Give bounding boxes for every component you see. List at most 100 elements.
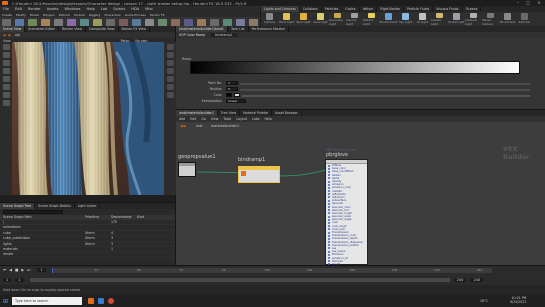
input-port-icon[interactable] [328,180,330,183]
input-port-icon[interactable] [328,237,330,240]
browser-taskbar-icon[interactable] [108,298,115,304]
portal-light-tool[interactable]: Portal Light [448,12,465,26]
vr-camera-tool[interactable]: VR Camera [499,12,516,26]
point-light-tool[interactable]: Point Light [278,12,295,26]
jump-end-icon[interactable]: ⏭ [27,268,30,272]
input-port-icon[interactable] [328,231,330,234]
shelf-tab-characters[interactable]: Characters [102,13,122,17]
pbrglove-node[interactable]: Diffuse base_color base_colorEffect albedo a… [325,159,368,272]
position-slider[interactable] [240,88,530,91]
node-name-field[interactable]: bindramp1 [211,33,237,37]
tab-parameters[interactable]: /mat/materialbuilder1/bind1 [176,26,228,32]
input-port-icon[interactable] [328,164,330,167]
end-field[interactable]: 240 [453,277,467,282]
position-field[interactable]: 0 [226,87,238,91]
menu-edit[interactable]: Edit [15,7,22,11]
start-field[interactable]: 1 [15,277,24,282]
shelf-tab-terrain-fx[interactable]: Terrain FX [148,13,167,17]
playhead[interactable] [51,267,53,273]
pose-tool-icon[interactable] [2,84,10,90]
menu-hda[interactable]: HDA [131,7,139,11]
input-port-icon[interactable] [328,202,330,205]
handle-tool-icon[interactable] [2,76,10,82]
menu-windows[interactable]: Windows [64,7,80,11]
switcher-tool[interactable]: Switcher [516,12,533,26]
input-port-icon[interactable] [328,186,330,189]
color-ramp-widget[interactable] [190,61,520,74]
tab-scene-graph-details[interactable]: Scene Graph Details [35,203,75,209]
input-port-icon[interactable] [328,250,330,253]
menu-lab[interactable]: Lab [101,7,108,11]
bindramp-node[interactable] [238,166,280,183]
tab-light-linker[interactable]: Light Linker [75,203,101,209]
3d-viewport[interactable] [12,42,164,195]
geometry-light-tool[interactable]: Geometry Light [329,12,346,26]
forward-arrow-icon[interactable]: ▶ [8,33,10,37]
display-options-icon[interactable] [166,44,174,50]
shelf-tab-polygon[interactable]: Polygon [41,13,57,17]
shelf-tab-create[interactable]: Create [0,13,14,17]
menu-render[interactable]: Render [28,7,41,11]
frame-field[interactable]: 1 [37,268,46,272]
menu-assets[interactable]: Assets [47,7,59,11]
stereo-camera-tool[interactable]: Stereo Camera [482,12,499,26]
distant-light-tool[interactable]: Distant Light [363,12,380,26]
point-no-slider[interactable] [240,82,530,85]
lighting-icon[interactable] [166,52,174,58]
shelf-tab-guide-process[interactable]: Guide Process [123,13,148,17]
input-port-icon[interactable] [328,257,330,260]
scene-filter-input[interactable] [3,210,63,214]
color-slider[interactable] [242,94,530,97]
input-port-icon[interactable] [328,183,330,186]
input-port-icon[interactable] [328,206,330,209]
tab-render-view[interactable]: Render View [59,26,86,32]
camera-tool[interactable]: Camera [261,12,278,26]
tab-composite-view[interactable]: Composite View [86,26,119,32]
visibility-icon[interactable] [166,84,174,90]
geopropvalue-node[interactable] [178,162,196,177]
taskbar-search-input[interactable]: Type here to search [12,297,83,305]
input-port-icon[interactable] [328,221,330,224]
shading-icon[interactable] [166,60,174,66]
select-tool-icon[interactable] [2,44,10,50]
background-icon[interactable] [166,92,174,98]
wireframe-icon[interactable] [166,68,174,74]
play-reverse-icon[interactable]: ◀ [9,268,12,272]
range-end-field[interactable]: 240 [470,277,484,282]
play-icon[interactable]: ▶ [21,268,24,272]
houdini-taskbar-icon[interactable] [88,298,95,304]
explorer-taskbar-icon[interactable] [98,298,105,304]
scale-tool-icon[interactable] [2,68,10,74]
menu-solaris[interactable]: Solaris [113,7,125,11]
shelf-tab-texture[interactable]: Texture [72,13,87,17]
table-row[interactable]: render [0,252,175,258]
snap-tool-icon[interactable] [2,100,10,106]
shelf-tab-model[interactable]: Model [28,13,41,17]
color-swatch[interactable] [226,93,232,97]
range-start-field[interactable]: 1 [3,277,12,282]
shelf-tab-deform[interactable]: Deform [57,13,72,17]
shelf-tab-rigging[interactable]: Rigging [87,13,102,17]
menu-help[interactable]: Help [87,7,95,11]
caustic-light-tool[interactable]: Caustic Light [431,12,448,26]
environment-light-tool[interactable]: Environment [380,12,397,26]
timeline-scrubber[interactable]: 24 48 72 96 120 144 168 192 216 240 [51,267,492,273]
point-no-field[interactable]: 1 [226,81,238,85]
menu-file[interactable]: File [3,7,9,11]
tab-motion-fx-view[interactable]: Motion FX View [119,26,150,32]
rotate-tool-icon[interactable] [2,60,10,66]
gi-light-tool[interactable]: GI Light [414,12,431,26]
input-port-icon[interactable] [328,218,330,221]
menu-misc[interactable]: Misc [145,7,153,11]
spot-light-tool[interactable]: Spot Light [295,12,312,26]
color-picker-icon[interactable] [234,93,240,97]
stop-icon[interactable]: ■ [15,268,18,272]
view-path[interactable]: obj [15,33,20,37]
jump-start-icon[interactable]: ⏮ [3,268,6,272]
area-light-tool[interactable]: Area Light [312,12,329,26]
tab-take-list[interactable]: Take List [228,26,249,32]
windows-start-icon[interactable]: ⊞ [3,298,8,305]
input-port-icon[interactable] [328,253,330,256]
tab-scene-view[interactable]: Scene View [0,26,26,32]
shelf-tab-modify[interactable]: Modify [14,13,28,17]
